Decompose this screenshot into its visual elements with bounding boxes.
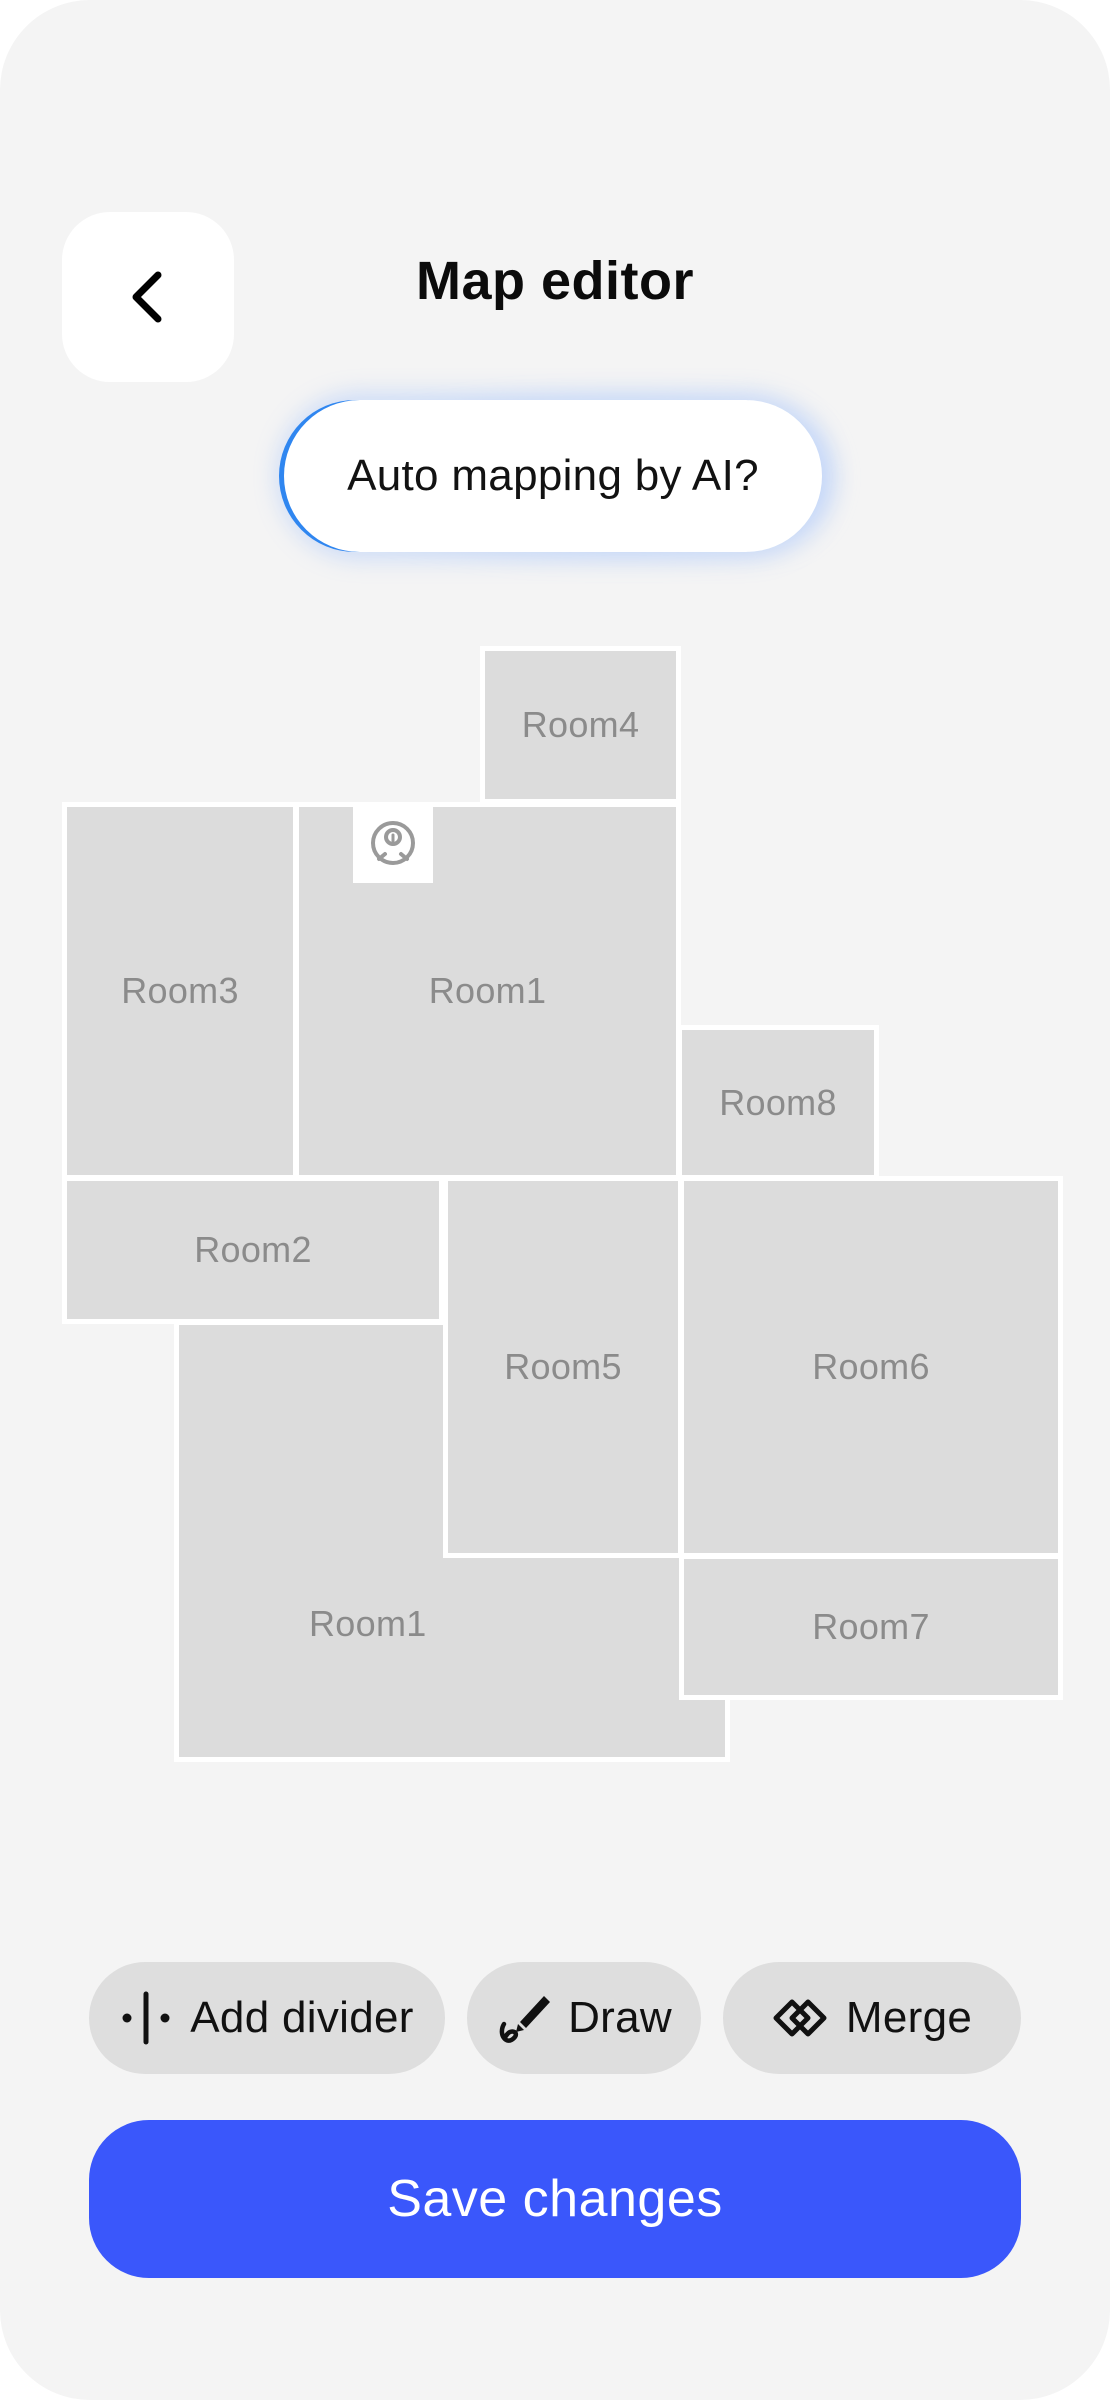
- room-label: Room7: [812, 1606, 930, 1647]
- robot-vacuum-icon: [371, 821, 415, 865]
- room-room8[interactable]: Room8: [677, 1025, 879, 1180]
- robot-location: [353, 803, 433, 883]
- add-divider-label: Add divider: [190, 1993, 414, 2042]
- room-room3[interactable]: Room3: [62, 802, 298, 1180]
- room-label: Room4: [521, 704, 640, 745]
- auto-mapping-label: Auto mapping by AI?: [347, 451, 759, 500]
- divider-icon: [120, 1990, 172, 2046]
- room-room6[interactable]: Room6: [679, 1176, 1063, 1558]
- room-label: Room6: [812, 1346, 930, 1387]
- map-editor-screen: Map editor Auto mapping by AI? Room1 Roo…: [0, 0, 1110, 2400]
- room-label: Room5: [504, 1346, 622, 1387]
- room-label: Room2: [194, 1229, 312, 1270]
- pen-icon: [496, 1988, 556, 2048]
- room-room2[interactable]: Room2: [62, 1176, 444, 1324]
- merge-icon: [772, 1996, 828, 2040]
- room-label: Room3: [121, 970, 239, 1011]
- add-divider-button[interactable]: Add divider: [89, 1962, 445, 2074]
- room-room4[interactable]: Room4: [480, 646, 681, 804]
- room-label: Room1: [309, 1603, 427, 1644]
- draw-button[interactable]: Draw: [467, 1962, 701, 2074]
- save-changes-label: Save changes: [387, 2170, 723, 2228]
- draw-label: Draw: [568, 1993, 672, 2042]
- room-label: Room1: [428, 970, 547, 1011]
- room-room7[interactable]: Room7: [679, 1554, 1063, 1700]
- room-label: Room8: [719, 1081, 837, 1123]
- merge-button[interactable]: Merge: [723, 1962, 1021, 2074]
- save-changes-button[interactable]: Save changes: [89, 2120, 1021, 2278]
- page-title: Map editor: [415, 251, 694, 311]
- merge-label: Merge: [845, 1993, 973, 2042]
- room-room5[interactable]: Room5: [443, 1176, 683, 1558]
- auto-mapping-button[interactable]: Auto mapping by AI?: [284, 400, 822, 552]
